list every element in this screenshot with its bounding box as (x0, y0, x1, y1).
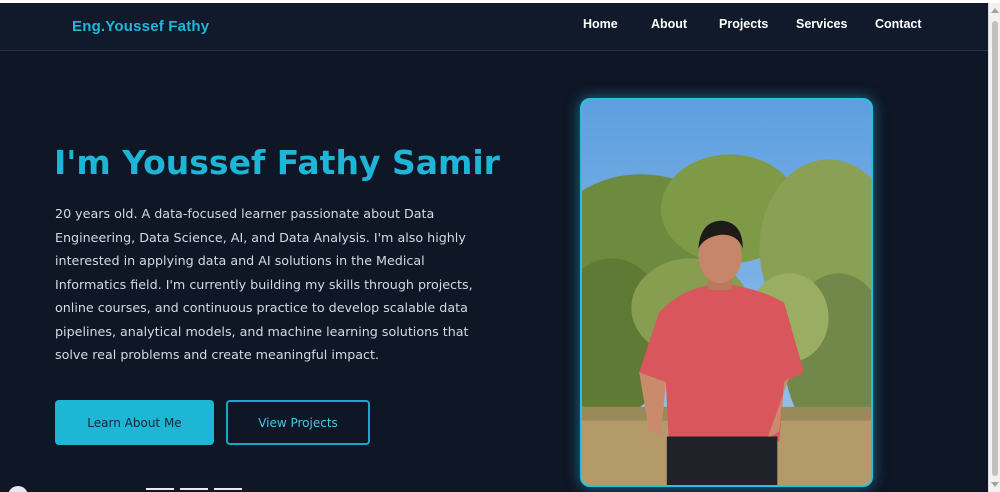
scroll-down-arrow-icon[interactable] (991, 482, 999, 487)
nav-link-home[interactable]: Home (583, 17, 618, 31)
nav-links: Home About Projects Services Contact (0, 17, 988, 37)
nav-link-projects[interactable]: Projects (719, 17, 768, 31)
bottom-edge-decoration (0, 486, 988, 492)
profile-photo-image (582, 100, 871, 485)
nav-link-contact[interactable]: Contact (875, 17, 922, 31)
vertical-scrollbar[interactable] (988, 3, 1000, 492)
hero-title: I'm Youssef Fathy Samir (54, 143, 500, 182)
view-projects-button[interactable]: View Projects (226, 400, 370, 445)
learn-about-me-button[interactable]: Learn About Me (55, 400, 214, 445)
nav-link-services[interactable]: Services (796, 17, 847, 31)
profile-photo (580, 98, 873, 487)
hero-description: 20 years old. A data-focused learner pas… (55, 206, 473, 362)
scroll-up-arrow-icon[interactable] (991, 8, 999, 13)
nav-link-about[interactable]: About (651, 17, 687, 31)
scrollbar-thumb[interactable] (992, 21, 998, 476)
navbar: Eng.Youssef Fathy Home About Projects Se… (0, 3, 988, 51)
